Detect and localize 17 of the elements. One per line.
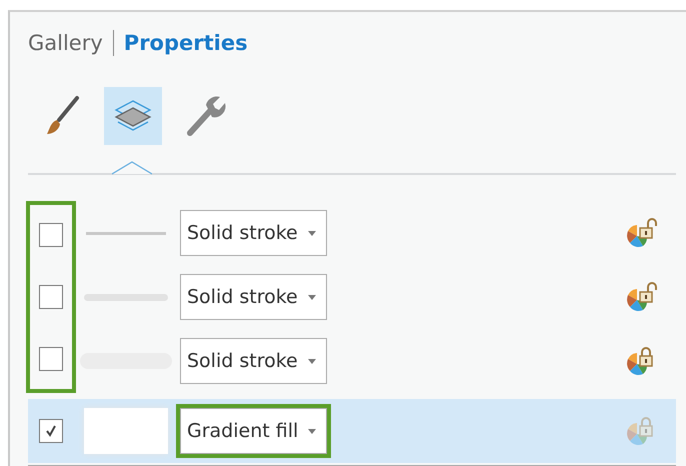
checkmark-icon [44,424,58,438]
pointer-icon [112,161,152,175]
checkbox[interactable] [39,223,63,247]
layers-icon[interactable] [104,87,162,145]
checkbox[interactable] [39,347,63,371]
caret-icon [308,294,316,300]
checkbox[interactable] [39,285,63,309]
panel-tab[interactable]: Gallery [28,31,103,55]
type-dropdown[interactable]: Solid stroke [180,210,327,256]
panel-tab[interactable]: Properties [124,31,248,55]
type-dropdown[interactable]: Solid stroke [180,338,327,384]
caret-icon [308,230,316,236]
caret-icon [308,428,316,434]
type-dropdown[interactable]: Solid stroke [180,274,327,320]
lock-icon[interactable] [626,216,660,250]
caret-icon [308,358,316,364]
lock-icon[interactable] [626,280,660,314]
